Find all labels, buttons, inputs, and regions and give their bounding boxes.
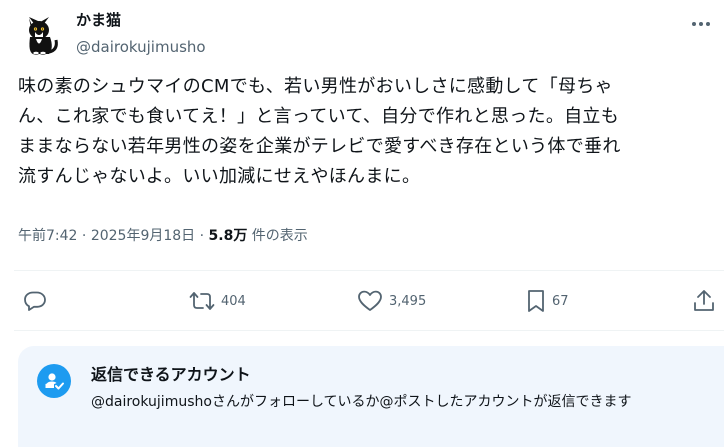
reply-icon — [24, 291, 46, 311]
bookmark-count: 67 — [552, 293, 569, 309]
retweet-button[interactable]: 404 — [189, 288, 246, 314]
reply-button[interactable] — [23, 288, 47, 314]
at-person-check-icon — [37, 364, 71, 398]
share-icon — [694, 290, 714, 311]
retweet-icon — [189, 292, 215, 310]
tweet-date[interactable]: 2025年9月18日 — [91, 228, 195, 244]
reply-restriction-body: @dairokujimushoさんがフォローしているか@ポストしたアカウントが返… — [91, 394, 632, 410]
tweet-header: かま猫 @dairokujimusho — [18, 8, 724, 58]
retweet-count: 404 — [221, 293, 246, 309]
tweet-time[interactable]: 午前7:42 — [18, 228, 77, 244]
reply-restriction-title: 返信できるアカウント — [91, 365, 251, 384]
like-count: 3,495 — [389, 293, 427, 309]
tweet-text: 味の素のシュウマイのCMでも、若い男性がおいしさに感動して「母ちゃ ん、これ家で… — [18, 76, 621, 187]
reply-restriction-card: 返信できるアカウント @dairokujimushoさんがフォローしているか@ポ… — [18, 346, 724, 447]
user-handle[interactable]: @dairokujimusho — [76, 36, 206, 58]
bookmark-button[interactable]: 67 — [526, 288, 569, 314]
views-count[interactable]: 5.8万 — [209, 228, 248, 244]
cat-avatar-icon[interactable] — [18, 8, 66, 56]
divider-bottom — [14, 330, 724, 331]
display-name[interactable]: かま猫 — [76, 10, 206, 30]
share-button[interactable] — [693, 288, 715, 314]
views-label: 件の表示 — [251, 228, 308, 244]
heart-icon — [358, 290, 382, 311]
divider-top — [14, 270, 724, 271]
more-horizontal-icon — [692, 22, 710, 26]
meta-separator: · — [81, 228, 87, 244]
tweet-meta: 午前7:42 · 2025年9月18日 · 5.8万 件の表示 — [18, 225, 308, 247]
action-bar: 404 3,495 67 — [0, 276, 724, 328]
author-info: かま猫 @dairokujimusho — [76, 10, 206, 58]
more-options-button[interactable] — [684, 10, 718, 38]
like-button[interactable]: 3,495 — [357, 288, 426, 314]
bookmark-icon — [528, 290, 544, 312]
meta-separator-2: · — [199, 228, 205, 244]
